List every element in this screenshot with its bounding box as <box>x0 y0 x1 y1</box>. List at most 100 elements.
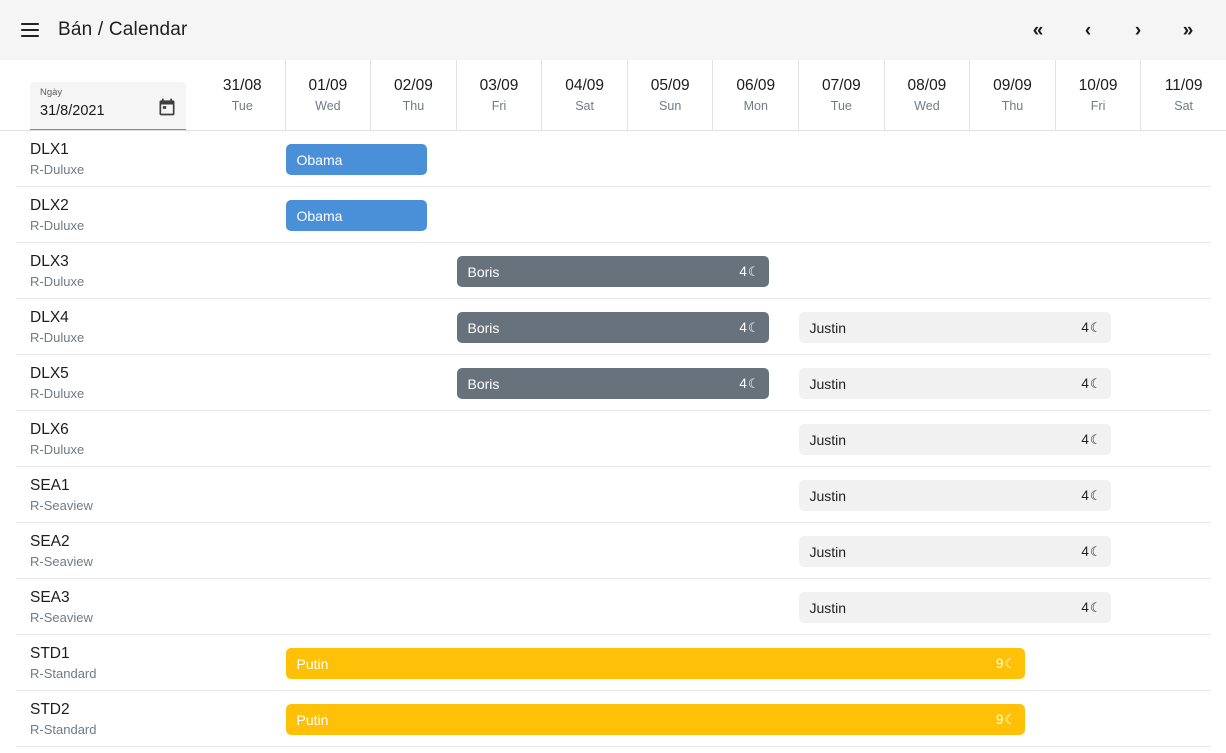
date-column-weekday: Thu <box>402 98 425 113</box>
hamburger-menu-icon[interactable] <box>12 12 48 48</box>
booking-bar[interactable]: Boris 4 ☾ <box>456 312 769 343</box>
date-column-weekday: Thu <box>1001 98 1024 113</box>
calendar-row: STD1 R-Standard Putin 9 ☾ <box>0 635 1226 691</box>
date-column-header[interactable]: 02/09 Thu <box>370 60 456 130</box>
date-column-header[interactable]: 05/09 Sun <box>626 60 713 130</box>
date-column-date: 07/09 <box>821 76 861 94</box>
room-type: R-Standard <box>30 721 97 737</box>
room-type: R-Duluxe <box>30 161 85 177</box>
booking-nights: 4 ☾ <box>1081 601 1101 615</box>
room-type: R-Duluxe <box>30 329 85 345</box>
room-type: R-Seaview <box>30 553 93 569</box>
date-column-header[interactable]: 03/09 Fri <box>455 60 542 130</box>
booking-guest-name: Justin <box>809 487 847 504</box>
page-title: Bán / Calendar <box>58 19 188 40</box>
booking-lane: Putin 9 ☾ <box>200 635 1226 691</box>
booking-bar[interactable]: Justin 4 ☾ <box>798 424 1111 455</box>
date-column-header[interactable]: 06/09 Mon <box>712 60 798 130</box>
booking-nights: 9 ☾ <box>996 713 1016 727</box>
booking-nights: 4 ☾ <box>739 265 759 279</box>
date-column-date: 03/09 <box>479 76 519 94</box>
nav-previous-button[interactable]: ‹ <box>1070 12 1106 48</box>
booking-bar[interactable]: Justin 4 ☾ <box>798 312 1111 343</box>
moon-icon: ☾ <box>747 376 760 391</box>
date-column-header[interactable]: 11/09 Sat <box>1140 60 1226 130</box>
booking-guest-name: Justin <box>809 375 847 392</box>
date-column-date: 02/09 <box>394 76 433 94</box>
date-column-header[interactable]: 01/09 Wed <box>284 60 371 130</box>
moon-icon: ☾ <box>1089 544 1102 559</box>
moon-icon: ☾ <box>1089 432 1102 447</box>
room-code: SEA1 <box>30 476 70 494</box>
room-cell[interactable]: SEA3 R-Seaview <box>0 588 200 627</box>
booking-guest-name: Putin <box>296 711 329 728</box>
room-cell[interactable]: DLX6 R-Duluxe <box>0 420 200 459</box>
booking-guest-name: Justin <box>809 319 847 336</box>
room-type: R-Duluxe <box>30 441 85 457</box>
date-column-header[interactable]: 07/09 Tue <box>798 60 884 130</box>
room-cell[interactable]: DLX1 R-Duluxe <box>0 140 200 179</box>
booking-lane: Obama <box>200 187 1226 243</box>
booking-nights: 4 ☾ <box>739 377 759 391</box>
booking-bar[interactable]: Justin 4 ☾ <box>798 536 1111 567</box>
date-column-date: 10/09 <box>1078 76 1118 94</box>
booking-bar[interactable]: Boris 4 ☾ <box>456 256 769 287</box>
room-cell[interactable]: DLX4 R-Duluxe <box>0 308 200 347</box>
date-column-headers: 31/08 Tue 01/09 Wed 02/09 Thu 03/09 Fri 04/09 Sat… <box>200 60 1226 130</box>
date-column-weekday: Fri <box>491 98 507 113</box>
date-column-weekday: Tue <box>830 98 852 113</box>
booking-lane: Justin 4 ☾ <box>200 523 1226 579</box>
date-column-weekday: Fri <box>1090 98 1106 113</box>
date-column-date: 11/09 <box>1164 76 1203 94</box>
booking-guest-name: Obama <box>296 207 343 224</box>
date-column-weekday: Sat <box>1174 98 1194 113</box>
booking-guest-name: Boris <box>467 319 500 336</box>
booking-nights-count: 4 <box>1081 319 1089 335</box>
room-code: DLX3 <box>30 252 69 270</box>
nav-next-button[interactable]: › <box>1120 12 1156 48</box>
booking-bar[interactable]: Justin 4 ☾ <box>798 592 1111 623</box>
booking-lane: Boris 4 ☾ Justin 4 ☾ <box>200 299 1226 355</box>
date-column-header[interactable]: 04/09 Sat <box>541 60 627 130</box>
room-cell[interactable]: SEA2 R-Seaview <box>0 532 200 571</box>
booking-bar[interactable]: Putin 9 ☾ <box>285 648 1026 679</box>
moon-icon: ☾ <box>747 264 760 279</box>
calendar-row: DLX2 R-Duluxe Obama <box>0 187 1226 243</box>
booking-nights-count: 4 <box>1081 375 1089 391</box>
room-type: R-Duluxe <box>30 217 85 233</box>
booking-bar[interactable]: Boris 4 ☾ <box>456 368 769 399</box>
date-column-header[interactable]: 10/09 Fri <box>1054 60 1141 130</box>
room-code: DLX5 <box>30 364 69 382</box>
booking-bar[interactable]: Justin 4 ☾ <box>798 368 1111 399</box>
booking-guest-name: Boris <box>467 263 500 280</box>
booking-bar[interactable]: Justin 4 ☾ <box>798 480 1111 511</box>
calendar-navigation: « ‹ › » <box>1020 12 1206 48</box>
booking-bar[interactable]: Putin 9 ☾ <box>285 704 1026 735</box>
nav-first-button[interactable]: « <box>1020 12 1056 48</box>
room-cell[interactable]: DLX3 R-Duluxe <box>0 252 200 291</box>
booking-guest-name: Justin <box>809 431 847 448</box>
booking-nights-count: 4 <box>1081 543 1089 559</box>
booking-bar[interactable]: Obama <box>285 144 427 175</box>
moon-icon: ☾ <box>1004 712 1017 727</box>
booking-nights: 4 ☾ <box>1081 433 1101 447</box>
calendar-grid: DLX1 R-Duluxe Obama DLX2 R-Duluxe Obama DLX3 R-… <box>0 131 1226 747</box>
room-cell[interactable]: STD1 R-Standard <box>0 644 200 683</box>
booking-lane: Boris 4 ☾ <box>200 243 1226 299</box>
date-column-header[interactable]: 31/08 Tue <box>200 60 285 130</box>
date-column-header[interactable]: 08/09 Wed <box>883 60 970 130</box>
calendar-row: DLX4 R-Duluxe Boris 4 ☾ Justin 4 ☾ <box>0 299 1226 355</box>
booking-guest-name: Boris <box>467 375 500 392</box>
room-cell[interactable]: DLX2 R-Duluxe <box>0 196 200 235</box>
nav-last-button[interactable]: » <box>1170 12 1206 48</box>
room-cell[interactable]: STD2 R-Standard <box>0 700 200 739</box>
booking-bar[interactable]: Obama <box>285 200 427 231</box>
room-cell[interactable]: SEA1 R-Seaview <box>0 476 200 515</box>
date-column-header[interactable]: 09/09 Thu <box>969 60 1055 130</box>
date-column-date: 01/09 <box>308 76 348 94</box>
calendar-icon[interactable] <box>157 97 177 117</box>
room-cell[interactable]: DLX5 R-Duluxe <box>0 364 200 403</box>
date-input[interactable]: Ngày 31/8/2021 <box>30 82 186 130</box>
calendar-row: STD2 R-Standard Putin 9 ☾ <box>0 691 1226 747</box>
room-code: STD1 <box>30 644 70 662</box>
